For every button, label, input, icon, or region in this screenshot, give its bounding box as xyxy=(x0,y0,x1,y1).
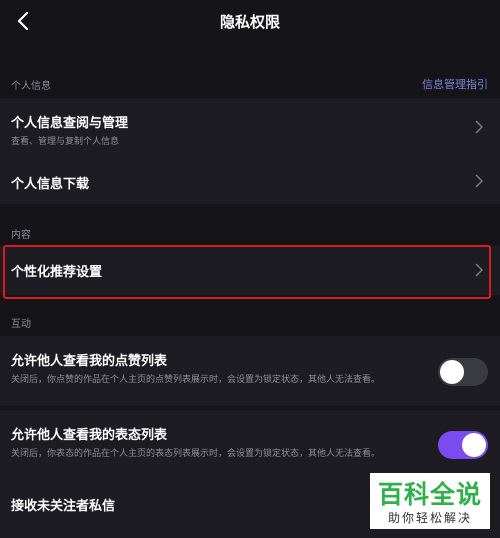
row-title: 个性化推荐设置 xyxy=(11,265,103,280)
chevron-right-icon xyxy=(475,263,483,277)
like-list-toggle[interactable] xyxy=(438,358,488,386)
row-title: 允许他人查看我的表态列表 xyxy=(11,428,168,443)
row-title: 允许他人查看我的点赞列表 xyxy=(11,354,168,369)
row-title: 个人信息查阅与管理 xyxy=(11,116,129,131)
watermark-brand: 百科全说 xyxy=(377,480,482,509)
info-management-guide-link[interactable]: 信息管理指引 xyxy=(422,76,488,92)
reaction-list-visibility-row: 允许他人查看我的表态列表 关闭后，你表态的作品在个人主页的表态列表展示时，会设置… xyxy=(0,410,500,482)
row-title: 个人信息下载 xyxy=(11,177,90,192)
section-label-content: 内容 xyxy=(11,230,31,241)
row-subtitle: 关闭后，你表态的作品在个人主页的表态列表展示时，会设置为锁定状态，其他人无法查看… xyxy=(11,449,381,459)
chevron-right-icon xyxy=(475,174,483,188)
section-label-personal-info: 个人信息 xyxy=(11,81,51,92)
personal-info-download-row[interactable]: 个人信息下载 xyxy=(0,156,500,204)
row-subtitle: 关闭后，你点赞的作品在个人主页的点赞列表展示时，会设置为锁定状态，其他人无法查看… xyxy=(11,375,381,385)
row-title: 接收未关注者私信 xyxy=(11,499,116,514)
toggle-knob xyxy=(440,360,464,384)
reaction-list-toggle[interactable] xyxy=(438,431,488,459)
watermark-slogan: 助你轻松解决 xyxy=(387,511,472,525)
top-bar: 隐私权限 xyxy=(0,0,500,44)
section-label-interaction: 互动 xyxy=(11,319,31,330)
page-title: 隐私权限 xyxy=(219,13,280,31)
like-list-visibility-row: 允许他人查看我的点赞列表 关闭后，你点赞的作品在个人主页的点赞列表展示时，会设置… xyxy=(0,336,500,406)
personalized-recommendation-row[interactable]: 个性化推荐设置 xyxy=(0,245,500,295)
chevron-right-icon xyxy=(475,120,483,134)
toggle-knob xyxy=(462,433,486,457)
baike-watermark: 百科全说 助你轻松解决 xyxy=(370,473,490,529)
personal-info-management-row[interactable]: 个人信息查阅与管理 查看、管理与复制个人信息 xyxy=(0,98,500,156)
row-subtitle: 查看、管理与复制个人信息 xyxy=(11,137,120,147)
